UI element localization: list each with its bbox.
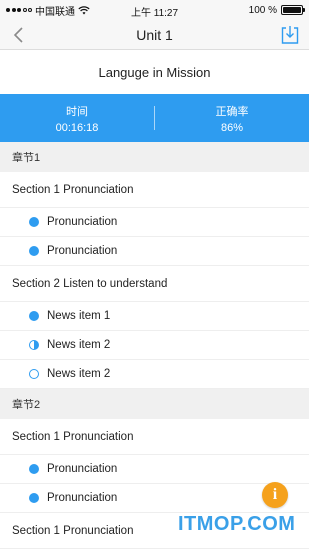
progress-full-icon bbox=[29, 246, 39, 256]
course-title: Languge in Mission bbox=[0, 50, 309, 94]
lesson-item[interactable]: Pronunciation bbox=[0, 237, 309, 266]
navigation-bar: Unit 1 bbox=[0, 20, 309, 50]
progress-half-icon bbox=[29, 340, 39, 350]
status-left: 中国联通 bbox=[6, 3, 90, 18]
status-bar: 中国联通 上午 11:27 100 % bbox=[0, 0, 309, 20]
progress-full-icon bbox=[29, 493, 39, 503]
section-row[interactable]: Section 2 Listen to understand bbox=[0, 266, 309, 302]
section-row[interactable]: Section 1 Pronunciation bbox=[0, 419, 309, 455]
progress-full-icon bbox=[29, 217, 39, 227]
carrier-name: 中国联通 bbox=[35, 6, 75, 18]
progress-empty-icon bbox=[29, 369, 39, 379]
wifi-icon bbox=[78, 5, 90, 14]
signal-strength-icon bbox=[6, 8, 32, 12]
page-title: Unit 1 bbox=[136, 26, 173, 43]
battery-percentage: 100 % bbox=[248, 4, 277, 16]
download-button[interactable] bbox=[279, 24, 301, 46]
accuracy-stat: 正确率 86% bbox=[155, 103, 309, 134]
section-row[interactable]: Section 1 Pronunciation bbox=[0, 172, 309, 208]
info-button[interactable]: i bbox=[262, 482, 288, 508]
time-label: 时间 bbox=[66, 105, 88, 118]
lesson-item[interactable]: Pronunciation bbox=[0, 455, 309, 484]
chapter-header: 章节2 bbox=[0, 389, 309, 419]
progress-full-icon bbox=[29, 311, 39, 321]
status-right: 100 % bbox=[248, 4, 305, 16]
stats-bar: 时间 00:16:18 正确率 86% bbox=[0, 94, 309, 142]
lesson-label: News item 2 bbox=[47, 368, 111, 380]
lesson-item[interactable]: News item 2 bbox=[0, 360, 309, 389]
progress-full-icon bbox=[29, 464, 39, 474]
accuracy-value: 86% bbox=[220, 121, 244, 134]
battery-icon bbox=[281, 5, 305, 15]
time-value: 00:16:18 bbox=[55, 121, 99, 134]
accuracy-label: 正确率 bbox=[215, 105, 249, 118]
lesson-item[interactable]: News item 2 bbox=[0, 331, 309, 360]
lesson-label: Pronunciation bbox=[47, 245, 118, 257]
back-button[interactable] bbox=[8, 24, 30, 46]
lesson-label: News item 1 bbox=[47, 310, 111, 322]
download-icon bbox=[281, 25, 299, 44]
lesson-label: Pronunciation bbox=[47, 492, 118, 504]
battery-fill bbox=[283, 7, 301, 13]
lesson-label: News item 2 bbox=[47, 339, 111, 351]
time-stat: 时间 00:16:18 bbox=[0, 103, 154, 134]
lesson-item[interactable]: News item 1 bbox=[0, 302, 309, 331]
lesson-item[interactable]: Pronunciation bbox=[0, 208, 309, 237]
lesson-label: Pronunciation bbox=[47, 216, 118, 228]
chapter-header: 章节1 bbox=[0, 142, 309, 172]
lesson-label: Pronunciation bbox=[47, 463, 118, 475]
watermark-logo: ITMOP.COM bbox=[178, 513, 296, 535]
chevron-left-icon bbox=[13, 26, 23, 43]
